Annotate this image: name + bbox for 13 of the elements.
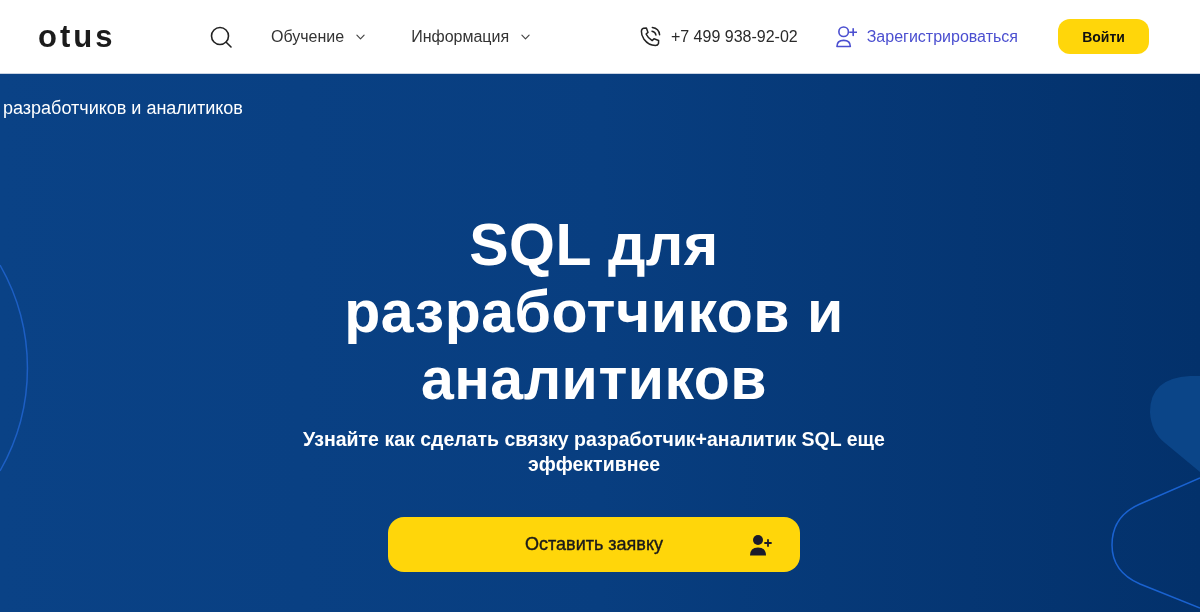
logo[interactable]: otus [38,21,122,52]
hero-subtitle: Узнайте как сделать связку разработчик+аналитик SQL еще эффективнее [302,427,886,477]
register-link[interactable]: Зарегистрироваться [835,25,1018,48]
phone-link[interactable]: +7 499 938-92-02 [637,24,798,49]
user-plus-icon [835,25,857,48]
breadcrumb-text: разработчиков и аналитиков [2,97,243,119]
user-plus-icon [750,534,772,556]
hero-title: SQL для разработчиков и аналитиков [343,212,845,413]
nav-menu-item[interactable]: Информация [411,27,531,46]
nav-menu-item[interactable]: Обучение [271,27,366,46]
search-icon[interactable] [210,25,232,48]
apply-button[interactable]: Оставить заявку [388,517,800,572]
login-button[interactable]: Войти [1058,19,1149,54]
